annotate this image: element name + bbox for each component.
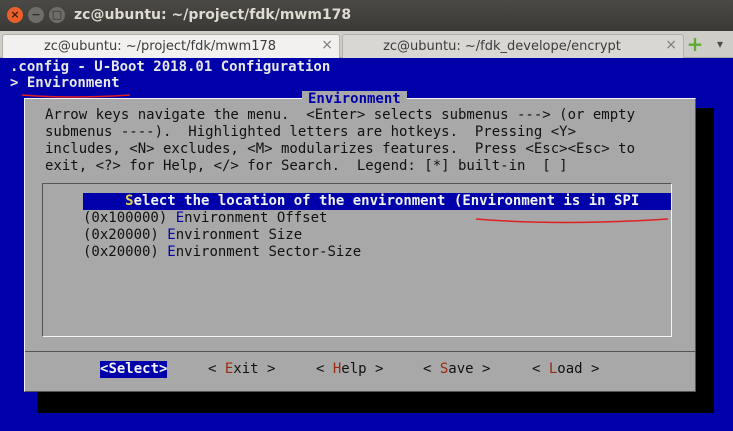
annotation-underline-breadcrumb	[21, 94, 131, 98]
annotation-overlay	[21, 94, 669, 224]
annotation-underline-spi	[475, 218, 669, 224]
